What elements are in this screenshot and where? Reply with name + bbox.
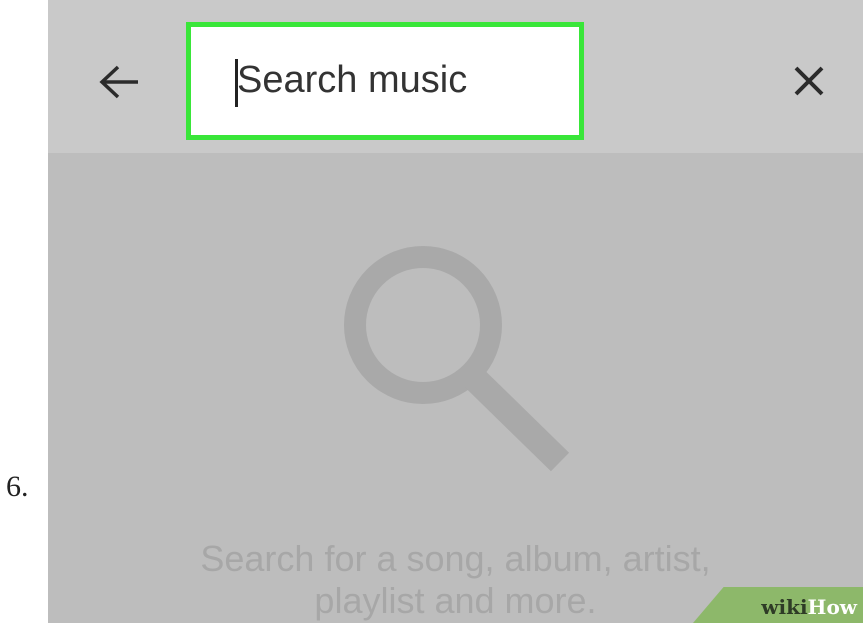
step-number: 6. [6,470,29,503]
search-toolbar [48,0,863,153]
search-field-highlight [186,22,584,140]
text-cursor [235,59,238,107]
magnifier-icon [344,246,570,472]
app-screenshot: Search for a song, album, artist, playli… [48,0,863,623]
search-input[interactable] [231,55,567,105]
close-icon[interactable] [792,64,826,98]
hint-line-1: Search for a song, album, artist, [200,538,711,579]
arrow-left-icon[interactable] [98,64,140,100]
watermark-how: How [807,595,857,619]
watermark-wiki: wiki [761,595,808,619]
